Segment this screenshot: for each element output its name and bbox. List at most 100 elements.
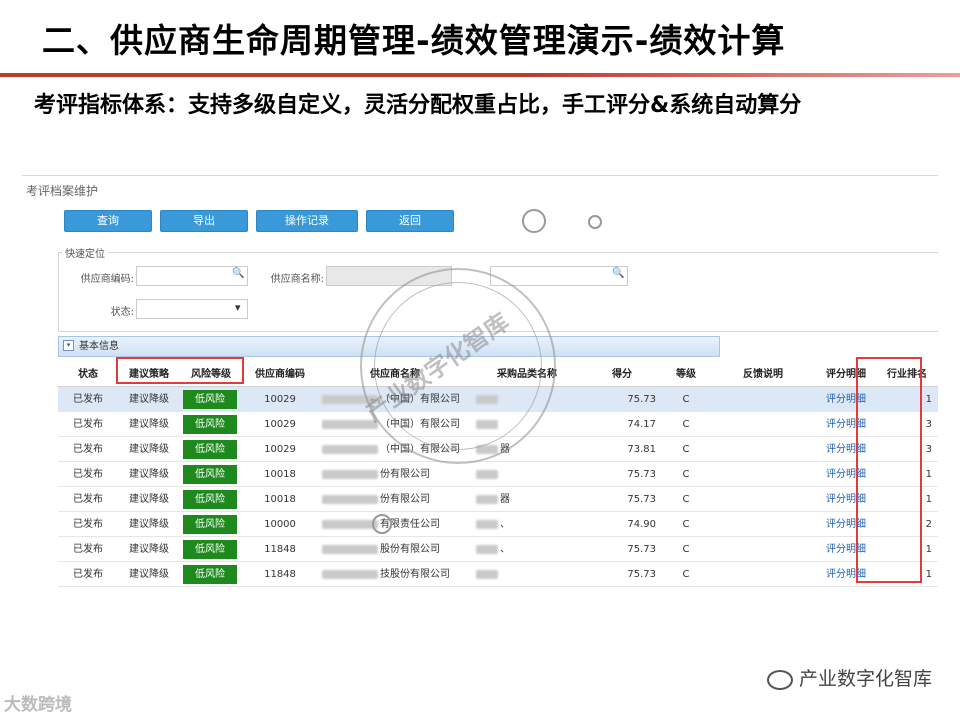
redacted-text (322, 419, 378, 429)
collapse-icon[interactable]: ▾ (63, 340, 74, 351)
wechat-watermark: 产业数字化智库 (766, 664, 932, 691)
risk-badge: 低风险 (183, 465, 237, 484)
table-row[interactable]: 已发布 建议降级 低风险 11848 股份有限公司、 75.73 C 评分明细 1 (58, 537, 938, 562)
query-button[interactable]: 查询 (64, 210, 152, 232)
oplog-button[interactable]: 操作记录 (256, 210, 358, 232)
back-button[interactable]: 返回 (366, 210, 454, 232)
cell-feedback (710, 562, 816, 587)
highlight-box-strategy-risk (116, 357, 244, 384)
table-row[interactable]: 已发布 建议降级 低风险 10000 有限责任公司、 74.90 C 评分明细 2 (58, 512, 938, 537)
cell-grade: C (682, 519, 690, 530)
cell-score: 75.73 (627, 469, 656, 480)
decorative-circle (522, 209, 546, 233)
export-button[interactable]: 导出 (160, 210, 248, 232)
quick-locate-legend: 快速定位 (62, 245, 108, 260)
col-header-feedback[interactable]: 反馈说明 (710, 362, 816, 387)
cell-strategy: 建议降级 (129, 494, 169, 505)
search-icon[interactable]: 🔍 (612, 268, 624, 279)
cell-category (472, 562, 582, 587)
cell-strategy: 建议降级 (129, 569, 169, 580)
status-label: 状态: (110, 307, 134, 318)
cell-score: 74.17 (627, 419, 656, 430)
cell-grade: C (682, 444, 690, 455)
redacted-text (476, 544, 498, 554)
table-row[interactable]: 已发布 建议降级 低风险 10018 份有限公司 75.73 C 评分明细 1 (58, 462, 938, 487)
cell-strategy: 建议降级 (129, 444, 169, 455)
cell-status: 已发布 (73, 419, 103, 430)
slide-title: 二、供应商生命周期管理-绩效管理演示-绩效计算 (42, 21, 786, 60)
risk-badge: 低风险 (183, 565, 237, 584)
cell-status: 已发布 (73, 394, 103, 405)
risk-badge: 低风险 (183, 540, 237, 559)
cell-strategy: 建议降级 (129, 394, 169, 405)
cell-status: 已发布 (73, 519, 103, 530)
cell-risk: 低风险 (180, 387, 242, 412)
risk-badge: 低风险 (183, 440, 237, 459)
cell-grade: C (682, 419, 690, 430)
cell-grade: C (682, 544, 690, 555)
cell-feedback (710, 387, 816, 412)
cell-strategy: 建议降级 (129, 544, 169, 555)
cell-risk: 低风险 (180, 512, 242, 537)
cell-score: 75.73 (627, 544, 656, 555)
cell-code: 11848 (264, 569, 296, 580)
risk-badge: 低风险 (183, 515, 237, 534)
redacted-text (322, 494, 378, 504)
cell-category: 、 (472, 512, 582, 537)
cell-supplier-name-text: 技股份有限公司 (380, 569, 450, 580)
section-label: 基本信息 (79, 341, 119, 352)
decorative-circle (372, 514, 392, 534)
cell-grade: C (682, 494, 690, 505)
cell-category (472, 462, 582, 487)
redacted-text (322, 569, 378, 579)
slide-subtitle: 考评指标体系：支持多级自定义，灵活分配权重占比，手工评分&系统自动算分 (34, 93, 802, 118)
wechat-watermark-text: 产业数字化智库 (798, 668, 932, 690)
redacted-text (322, 519, 378, 529)
cell-feedback (710, 512, 816, 537)
wechat-icon (766, 669, 793, 690)
cell-strategy: 建议降级 (129, 469, 169, 480)
cell-feedback (710, 537, 816, 562)
cell-grade: C (682, 569, 690, 580)
col-header-code[interactable]: 供应商编码 (242, 362, 318, 387)
table-row[interactable]: 已发布 建议降级 低风险 11848 技股份有限公司 75.73 C 评分明细 1 (58, 562, 938, 587)
cell-supplier-name-text: 股份有限公司 (380, 544, 440, 555)
cell-supplier-name: 有限责任公司 (318, 512, 472, 537)
status-select[interactable] (136, 299, 248, 319)
redacted-text (476, 519, 498, 529)
cell-status: 已发布 (73, 444, 103, 455)
redacted-text (322, 544, 378, 554)
cell-category: 器 (472, 487, 582, 512)
cell-code: 10018 (264, 469, 296, 480)
redacted-text (476, 469, 498, 479)
search-icon[interactable]: 🔍 (232, 268, 244, 279)
app-title: 考评档案维护 (26, 184, 99, 198)
cell-code: 10029 (264, 419, 296, 430)
cell-category: 、 (472, 537, 582, 562)
table-row[interactable]: 已发布 建议降级 低风险 10018 份有限公司器 75.73 C 评分明细 1 (58, 487, 938, 512)
cell-score: 75.73 (627, 569, 656, 580)
highlight-box-rank (856, 357, 922, 583)
cell-score: 75.73 (627, 494, 656, 505)
redacted-text (476, 569, 498, 579)
cell-score: 75.73 (627, 394, 656, 405)
cell-risk: 低风险 (180, 412, 242, 437)
cell-code: 11848 (264, 544, 296, 555)
cell-code: 10029 (264, 444, 296, 455)
risk-badge: 低风险 (183, 390, 237, 409)
title-rule (0, 73, 960, 77)
risk-badge: 低风险 (183, 490, 237, 509)
chevron-down-icon[interactable]: ▾ (235, 301, 241, 314)
redacted-text (322, 469, 378, 479)
cell-status: 已发布 (73, 544, 103, 555)
col-header-score[interactable]: 得分 (582, 362, 662, 387)
cell-grade: C (682, 469, 690, 480)
col-header-status[interactable]: 状态 (58, 362, 118, 387)
cell-category-text: 、 (500, 519, 510, 530)
cell-grade: C (682, 394, 690, 405)
brand-watermark: 大数跨境 (4, 695, 72, 715)
cell-supplier-name: 股份有限公司 (318, 537, 472, 562)
cell-supplier-name-text: 份有限公司 (380, 469, 430, 480)
cell-strategy: 建议降级 (129, 519, 169, 530)
col-header-grade[interactable]: 等级 (662, 362, 710, 387)
